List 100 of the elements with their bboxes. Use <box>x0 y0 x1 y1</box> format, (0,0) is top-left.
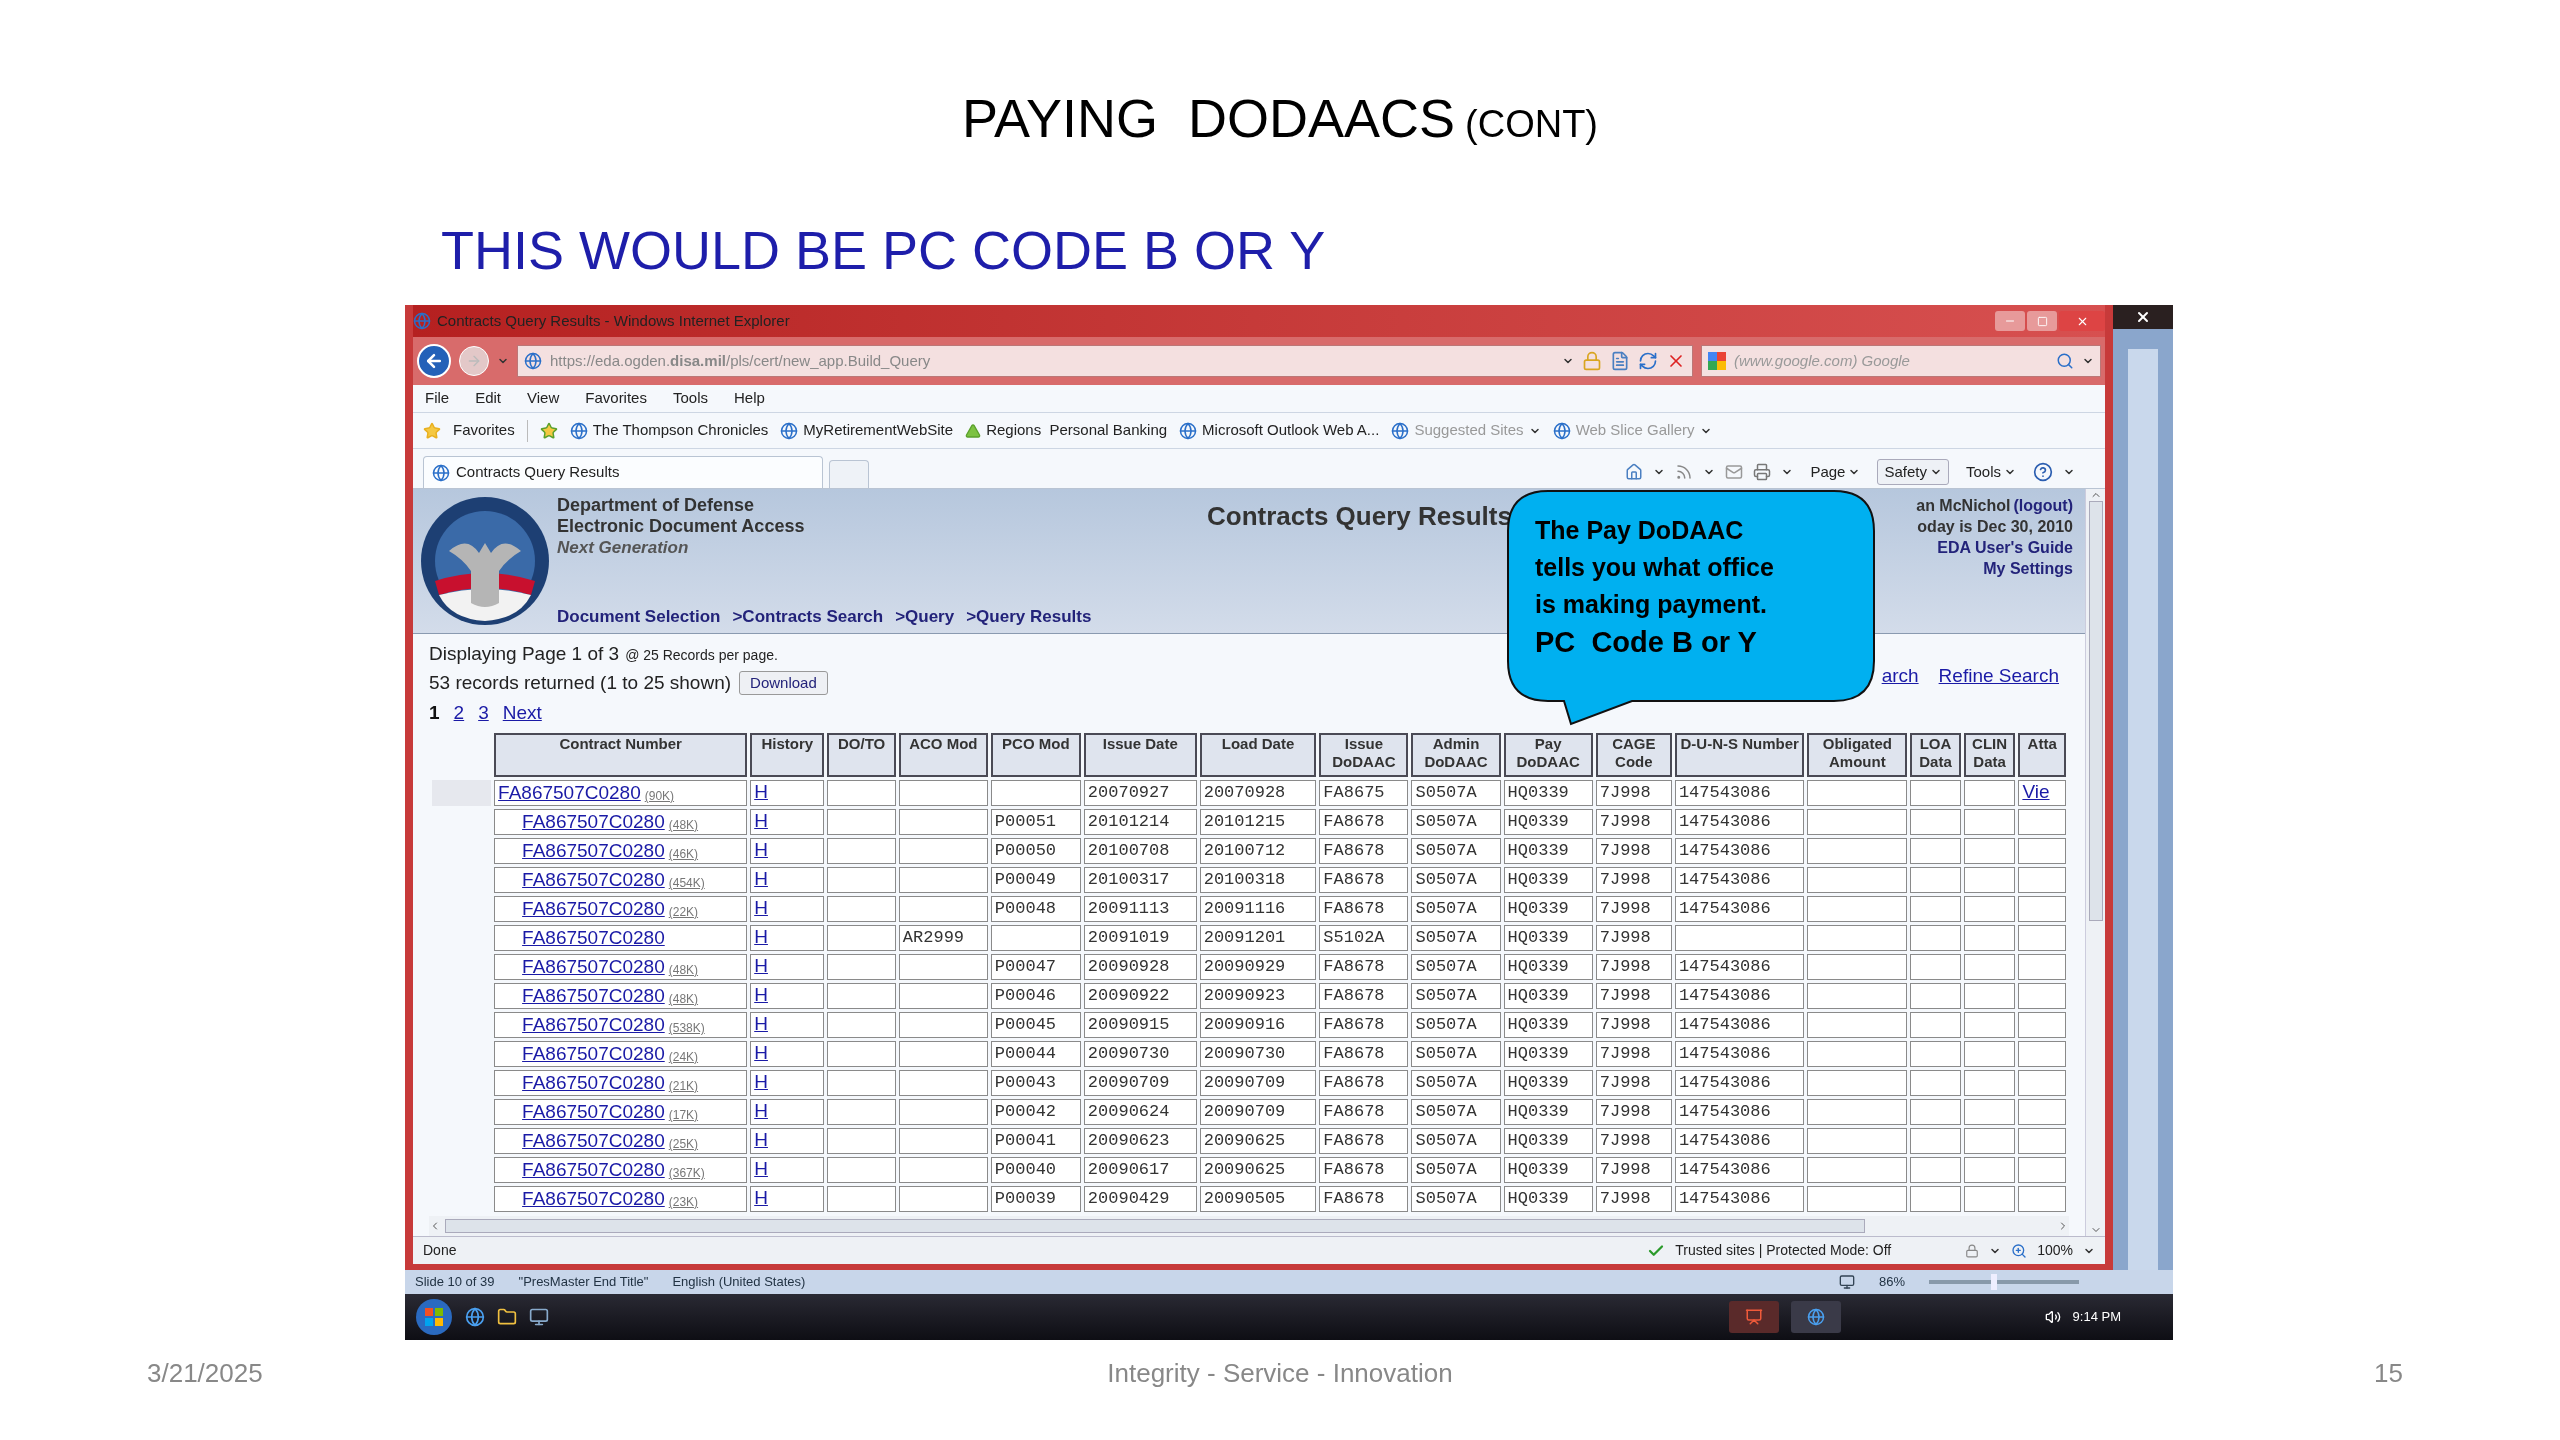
history-link[interactable]: H <box>754 925 768 947</box>
logout-link[interactable]: (logout) <box>2013 495 2073 516</box>
folder-icon[interactable] <box>497 1307 517 1327</box>
breadcrumb-link[interactable]: >Contracts Search <box>732 603 884 629</box>
app-zoom-level[interactable]: 86% <box>1878 1272 1905 1292</box>
feeds-icon[interactable] <box>1675 463 1694 481</box>
file-size[interactable]: (24K) <box>668 1051 699 1063</box>
favorites-button[interactable]: Favorites <box>453 419 515 442</box>
help-icon[interactable] <box>2033 462 2053 482</box>
column-header[interactable]: Pay DoDAAC <box>1503 732 1593 777</box>
column-header[interactable]: Issue Date <box>1083 732 1197 777</box>
menu-item[interactable]: Help <box>734 387 765 410</box>
browser-tab[interactable]: Contracts Query Results <box>423 456 823 488</box>
refresh-icon[interactable] <box>1638 351 1658 371</box>
contract-link[interactable]: FA867507C0280 <box>522 1131 665 1150</box>
history-link[interactable]: H <box>754 780 768 802</box>
breadcrumb-link[interactable]: >Query Results <box>966 603 1092 629</box>
taskbar-button[interactable] <box>1728 1301 1779 1333</box>
contract-link[interactable]: FA867507C0280 <box>522 1044 665 1063</box>
back-button[interactable] <box>417 344 451 378</box>
maximize-button[interactable] <box>2027 311 2057 331</box>
pagination-link[interactable]: 2 <box>453 699 465 728</box>
vertical-scrollbar[interactable] <box>2085 489 2105 1236</box>
file-size[interactable]: (46K) <box>668 848 699 860</box>
history-link[interactable]: H <box>754 1186 768 1208</box>
pagination-link[interactable]: 3 <box>478 699 489 728</box>
history-link[interactable]: H <box>754 1128 768 1150</box>
column-header[interactable]: CLIN Data <box>1963 732 2016 777</box>
favorite-link[interactable]: The Thompson Chronicles <box>592 419 769 442</box>
favorite-link[interactable]: Regions Personal Banking <box>986 419 1168 442</box>
view-icon[interactable] <box>1838 1274 1855 1290</box>
start-orb-icon[interactable] <box>415 1298 453 1336</box>
pagination-link[interactable]: 1 <box>429 699 440 728</box>
attachment-link[interactable]: Vie <box>2022 780 2050 802</box>
contract-link[interactable]: FA867507C0280 <box>522 1073 665 1092</box>
column-header[interactable]: Issue DoDAAC <box>1319 732 1409 777</box>
search-link[interactable]: Refine Search <box>1938 662 2059 728</box>
file-size[interactable]: (17K) <box>668 1109 699 1121</box>
search-input[interactable]: (www.google.com) Google <box>1734 349 2048 373</box>
browser-icon[interactable] <box>465 1307 485 1327</box>
contract-link[interactable]: FA867507C0280 <box>522 986 665 1005</box>
history-link[interactable]: H <box>754 983 768 1005</box>
mail-icon[interactable] <box>1725 463 1744 481</box>
file-size[interactable]: (25K) <box>668 1138 699 1150</box>
zoom-level[interactable]: 100% <box>2037 1240 2073 1261</box>
file-size[interactable]: (48K) <box>668 993 699 1005</box>
close-button[interactable] <box>2059 311 2105 331</box>
contract-link[interactable]: FA867507C0280 <box>522 1015 665 1034</box>
contract-link[interactable]: FA867507C0280 <box>522 812 665 831</box>
menu-item[interactable]: View <box>527 387 560 410</box>
file-size[interactable]: (367K) <box>668 1167 705 1179</box>
search-field[interactable]: (www.google.com) Google <box>1701 345 2101 377</box>
column-header[interactable]: CAGE Code <box>1595 732 1672 777</box>
file-size[interactable]: (48K) <box>668 964 699 976</box>
contract-link[interactable]: FA867507C0280 <box>522 841 665 860</box>
slider-thumb[interactable] <box>1990 1274 1997 1290</box>
column-header[interactable]: D-U-N-S Number <box>1674 732 1805 777</box>
contract-link[interactable]: FA867507C0280 <box>522 899 665 918</box>
add-favorite-icon[interactable] <box>539 421 558 440</box>
zoom-icon[interactable] <box>2011 1242 2028 1259</box>
contract-link[interactable]: FA867507C0280 <box>522 870 665 889</box>
column-header[interactable]: History <box>750 732 825 777</box>
menu-item[interactable]: Edit <box>475 387 502 410</box>
history-link[interactable]: H <box>754 1157 768 1179</box>
command-button[interactable]: Safety <box>1877 459 1949 485</box>
column-header[interactable]: Atta <box>2018 732 2066 777</box>
history-link[interactable]: H <box>754 1041 768 1063</box>
history-link[interactable]: H <box>754 954 768 976</box>
print-icon[interactable] <box>1753 463 1772 481</box>
history-link[interactable]: H <box>754 809 768 831</box>
column-header[interactable]: DO/TO <box>827 732 896 777</box>
compatibility-icon[interactable] <box>1610 351 1630 371</box>
command-button[interactable]: Page <box>1803 459 1868 485</box>
contract-link[interactable]: FA867507C0280 <box>522 928 665 947</box>
column-header[interactable]: LOA Data <box>1910 732 1961 777</box>
contract-link[interactable]: FA867507C0280 <box>522 1102 665 1121</box>
file-size[interactable]: (538K) <box>668 1022 705 1034</box>
horizontal-scrollbar[interactable] <box>429 1216 2069 1236</box>
file-size[interactable]: (48K) <box>668 819 699 831</box>
column-header[interactable]: PCO Mod <box>990 732 1081 777</box>
contract-link[interactable]: FA867507C0280 <box>498 783 641 802</box>
column-header[interactable]: Obligated Amount <box>1807 732 1908 777</box>
column-header[interactable]: Load Date <box>1199 732 1317 777</box>
pagination-link[interactable]: Next <box>502 699 542 728</box>
download-button[interactable]: Download <box>739 670 828 695</box>
history-link[interactable]: H <box>754 1012 768 1034</box>
menu-item[interactable]: File <box>425 387 450 410</box>
menu-item[interactable]: Favorites <box>585 387 647 410</box>
close-icon[interactable] <box>2135 309 2151 325</box>
history-link[interactable]: H <box>754 896 768 918</box>
volume-icon[interactable] <box>2044 1309 2061 1325</box>
header-link[interactable]: EDA User's Guide <box>1937 537 2073 558</box>
file-size[interactable]: (90K) <box>644 790 675 802</box>
column-header[interactable]: Admin DoDAAC <box>1411 732 1501 777</box>
breadcrumb-link[interactable]: >Query <box>895 603 955 629</box>
history-link[interactable]: H <box>754 867 768 889</box>
file-size[interactable]: (23K) <box>668 1196 699 1208</box>
file-size[interactable]: (21K) <box>668 1080 699 1092</box>
forward-button[interactable] <box>459 346 489 376</box>
contract-link[interactable]: FA867507C0280 <box>522 1160 665 1179</box>
